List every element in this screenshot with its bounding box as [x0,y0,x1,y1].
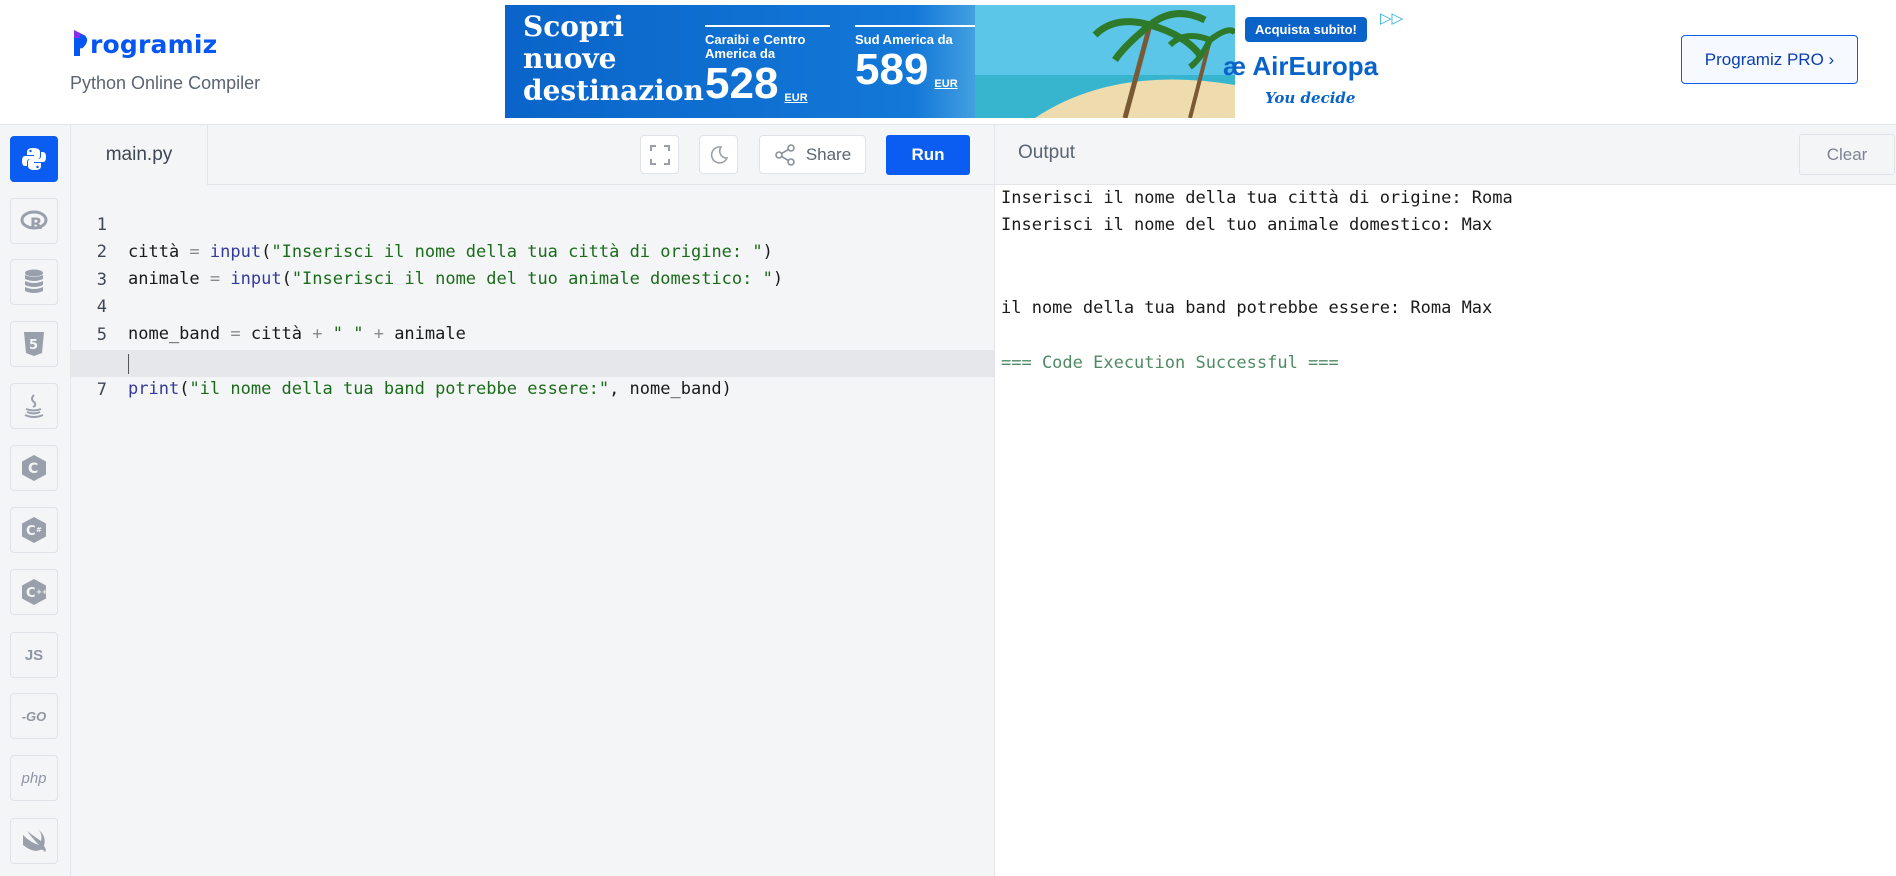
moon-icon [710,145,728,164]
go-icon: -GO [21,708,47,724]
share-label: Share [805,144,852,164]
editor-toolbar: main.py Share Run [71,125,994,185]
line-number: 7 [96,380,107,400]
execution-status: === Code Execution Successful === [1001,353,1339,373]
sidebar-item-sql[interactable] [10,259,58,305]
html5-icon: 5 [24,332,44,356]
sidebar-item-cpp[interactable]: C ++ [10,569,58,615]
logo-text: rogramiz [90,29,218,59]
ad-headline: Scopri nuove destinazion [523,11,704,107]
code-line-active: 7 [71,350,994,400]
ad-headline-line: Scopri [523,10,624,43]
advertisement-banner[interactable]: Scopri nuove destinazion Caraibi e Centr… [505,5,1415,118]
ad-currency: EUR [784,92,808,104]
svg-text:#: # [36,526,42,534]
sidebar-item-javascript[interactable]: JS [10,632,58,678]
sidebar-item-csharp[interactable]: C # [10,507,58,553]
page-subtitle: Python Online Compiler [70,73,261,93]
sidebar-item-php[interactable]: php [10,755,58,801]
code-line: 1 città = input("Inserisci il nome della… [71,185,994,262]
code-text: print("il nome della tua band potrebbe e… [128,379,732,399]
sidebar-item-go[interactable]: -GO [10,693,58,739]
run-button[interactable]: Run [886,135,970,175]
ad-currency: EUR [934,78,958,90]
clear-button[interactable]: Clear [1799,134,1895,175]
svg-text:C: C [26,524,36,539]
c-icon: C [22,455,46,481]
sidebar-item-html[interactable]: 5 [10,321,58,367]
svg-text:C: C [26,586,36,601]
svg-text:++: ++ [36,588,47,596]
output-line: Inserisci il nome della tua città di ori… [1001,188,1513,208]
ad-offer-price: 528 [705,59,779,108]
fullscreen-icon [649,144,670,165]
ad-cta-button[interactable]: Acquista subito! [1245,17,1367,42]
csharp-icon: C # [22,517,46,543]
theme-toggle-button[interactable] [699,135,738,174]
beach-image [975,5,1235,118]
svg-text:R: R [30,214,42,233]
code-line: 3 [71,240,994,290]
programiz-logo-icon [74,30,88,56]
ad-headline-line: nuove [523,42,617,75]
ad-brand: æ AirEuropa [1223,51,1379,81]
database-icon [25,269,43,293]
text-cursor [128,354,129,374]
ad-brand-name: AirEuropa [1252,51,1379,81]
js-icon: JS [24,646,44,664]
sidebar-item-python[interactable] [10,136,58,182]
code-editor[interactable]: 1 città = input("Inserisci il nome della… [71,185,994,876]
svg-text:5: 5 [29,338,38,353]
ad-offer-price: 589 [855,45,929,94]
r-icon: R [20,210,48,233]
code-line: 4 nome_band = città + " " + animale [71,267,994,344]
programiz-logo[interactable]: rogramiz [72,28,217,60]
code-line: 5 print("\n") [71,295,994,372]
ad-headline-line: destinazion [523,74,704,107]
ad-offer-1: Caraibi e Centro America da 528 EUR [705,25,830,118]
code-line: 6 print("il nome della tua band potrebbe… [71,322,994,399]
svg-text:C: C [28,461,38,477]
language-sidebar: R 5 C C # C ++ JS -GO php [0,125,71,876]
share-icon [775,143,795,166]
programiz-pro-button[interactable]: Programiz PRO › [1681,35,1858,84]
sidebar-item-c[interactable]: C [10,445,58,491]
output-line: il nome della tua band potrebbe essere: … [1001,298,1493,318]
ad-choices-icon[interactable]: ▷▷ [1380,9,1403,27]
code-line: 2 animale = input("Inserisci il nome del… [71,212,994,289]
output-console[interactable]: Inserisci il nome della tua città di ori… [994,185,1896,876]
output-toolbar: Output Clear [994,125,1896,185]
ad-tagline: You decide [1265,89,1356,107]
fullscreen-button[interactable] [640,135,679,174]
top-header: rogramiz Python Online Compiler Scopri n… [0,0,1896,125]
share-button[interactable]: Share [759,135,866,174]
sidebar-item-java[interactable] [10,383,58,429]
cpp-icon: C ++ [22,579,47,605]
swift-icon [23,829,46,852]
php-icon: php [21,769,47,787]
sidebar-item-r[interactable]: R [10,198,58,244]
output-title: Output [1018,142,1076,163]
ad-offer-2: Sud America da 589 EUR [855,25,980,107]
sidebar-item-swift[interactable] [10,818,58,864]
output-line: Inserisci il nome del tuo animale domest… [1001,215,1493,235]
file-tab-main[interactable]: main.py [71,125,208,185]
ad-offer-label: Caraibi e Centro America da [705,32,806,61]
python-icon [22,148,46,170]
java-icon [24,394,44,418]
